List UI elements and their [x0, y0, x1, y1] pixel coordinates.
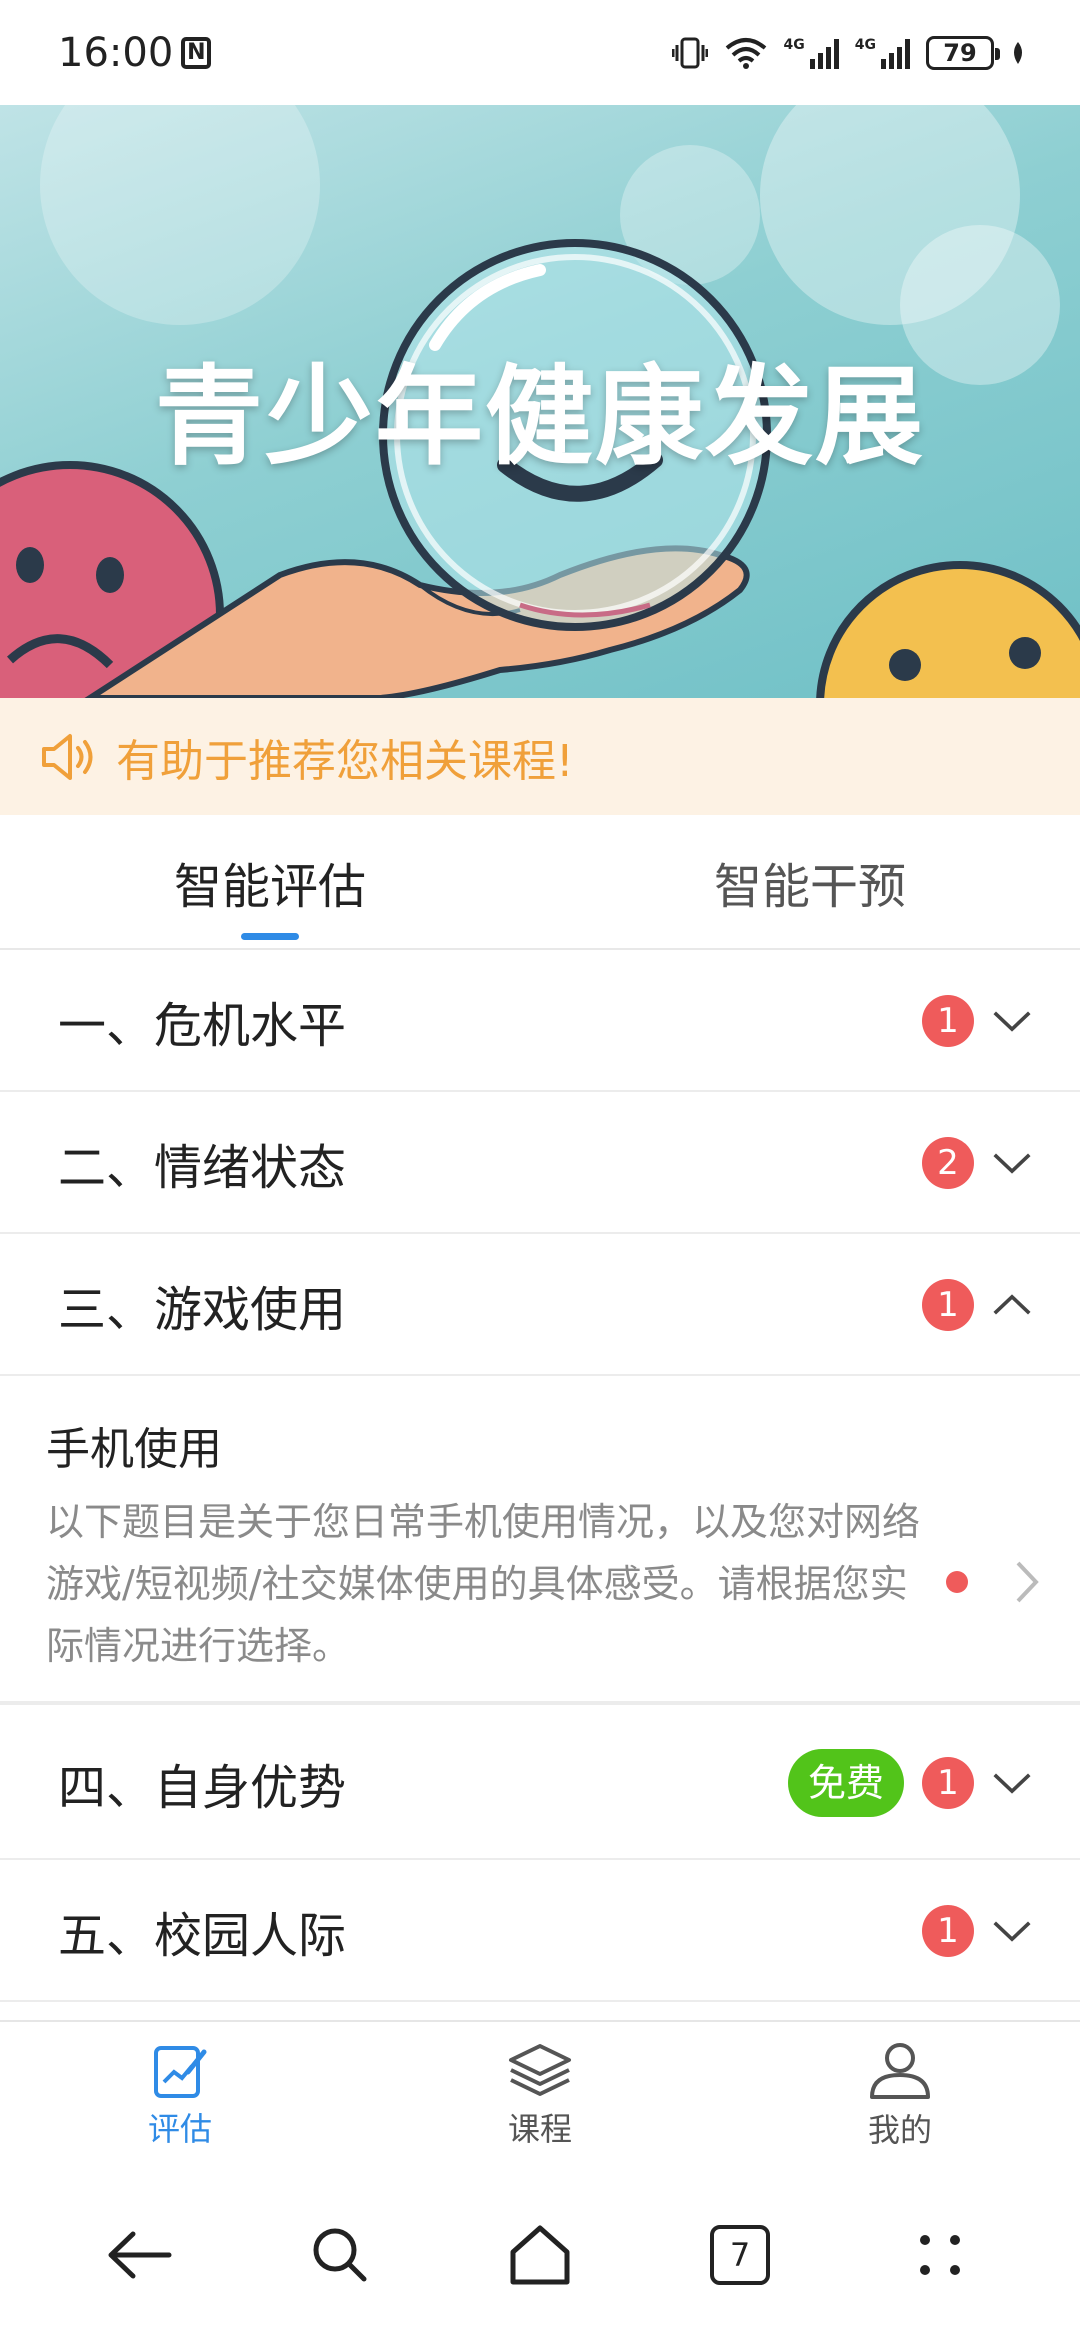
hero-banner: 青少年健康发展	[0, 105, 1080, 698]
chevron-down-icon[interactable]	[992, 1143, 1032, 1183]
section-crisis-level[interactable]: 一、危机水平 1	[0, 952, 1080, 1092]
back-button[interactable]	[95, 2210, 185, 2300]
nav-profile[interactable]: 我的	[720, 2022, 1080, 2170]
questionnaire-content: 手机使用 以下题目是关于您日常手机使用情况，以及您对网络游戏/短视频/社交媒体使…	[46, 1413, 926, 1701]
section-self-strengths[interactable]: 四、自身优势 免费 1	[0, 1708, 1080, 1860]
section-title: 四、自身优势	[58, 1760, 347, 1816]
system-nav-bar: 7	[0, 2170, 1080, 2340]
chevron-down-icon[interactable]	[992, 1001, 1032, 1041]
chevron-up-icon[interactable]	[992, 1285, 1032, 1325]
section-title: 五、校园人际	[58, 1908, 347, 1964]
network-type-2: 4G	[854, 36, 876, 53]
tab-bar: 智能评估 智能干预	[0, 815, 1080, 950]
questionnaire-description: 以下题目是关于您日常手机使用情况，以及您对网络游戏/短视频/社交媒体使用的具体感…	[46, 1500, 921, 1668]
clock: 16:00	[58, 29, 174, 76]
signal-icon: 4G	[784, 37, 839, 69]
edit-chart-icon	[154, 2046, 207, 2098]
bottom-nav: 评估 课程 我的	[0, 2020, 1080, 2170]
layers-icon	[509, 2044, 571, 2096]
count-badge: 2	[922, 1137, 974, 1189]
home-button[interactable]	[495, 2210, 585, 2300]
notice-text: 有助于推荐您相关课程!	[116, 735, 574, 787]
section-emotional-state[interactable]: 二、情绪状态 2	[0, 1094, 1080, 1234]
questionnaire-title: 手机使用	[46, 1424, 222, 1475]
search-icon	[313, 2228, 367, 2282]
dots-grid-icon	[920, 2235, 960, 2275]
nfc-icon: N	[181, 36, 212, 69]
nav-label: 课程	[507, 2110, 572, 2148]
count-badge: 1	[922, 995, 974, 1047]
tab-smart-assessment[interactable]: 智能评估	[0, 815, 540, 948]
status-bar: 16:00 N 4G 4G 79	[0, 0, 1080, 105]
nav-label: 评估	[147, 2110, 212, 2148]
chevron-down-icon[interactable]	[992, 1763, 1032, 1803]
section-title: 三、游戏使用	[58, 1282, 347, 1338]
status-icons: 4G 4G 79	[671, 35, 1026, 70]
network-type-1: 4G	[783, 36, 805, 53]
unread-dot	[946, 1571, 968, 1593]
happy-face-icon	[816, 561, 1080, 698]
section-game-usage[interactable]: 三、游戏使用 1	[0, 1236, 1080, 1376]
tab-count: 7	[710, 2225, 770, 2285]
count-badge: 1	[922, 1757, 974, 1809]
nav-courses[interactable]: 课程	[360, 2022, 720, 2170]
questionnaire-item-phone-usage[interactable]: 手机使用 以下题目是关于您日常手机使用情况，以及您对网络游戏/短视频/社交媒体使…	[0, 1377, 1080, 1705]
status-time-group: 16:00 N	[58, 29, 212, 76]
back-arrow-icon	[108, 2231, 172, 2279]
section-title: 一、危机水平	[58, 998, 347, 1054]
tab-label: 智能评估	[173, 858, 366, 915]
search-button[interactable]	[295, 2210, 385, 2300]
wifi-icon	[725, 37, 766, 69]
section-title: 二、情绪状态	[58, 1140, 347, 1196]
speaker-icon	[42, 733, 93, 780]
tab-smart-intervention[interactable]: 智能干预	[540, 815, 1080, 948]
nav-label: 我的	[867, 2111, 932, 2149]
count-badge: 1	[922, 1905, 974, 1957]
tab-label: 智能干预	[713, 858, 906, 915]
chevron-right-icon[interactable]	[1014, 1560, 1040, 1604]
notice-bar[interactable]: 有助于推荐您相关课程!	[0, 698, 1080, 815]
menu-button[interactable]	[895, 2210, 985, 2300]
free-tag: 免费	[787, 1749, 904, 1817]
leaf-icon	[1014, 41, 1022, 64]
tabs-button[interactable]: 7	[695, 2210, 785, 2300]
user-icon	[870, 2043, 930, 2099]
home-icon	[510, 2225, 570, 2285]
questionnaire-side	[926, 1413, 1040, 1701]
battery-icon: 79	[926, 35, 1000, 70]
vibrate-icon	[671, 37, 708, 68]
nav-assessment[interactable]: 评估	[0, 2022, 360, 2170]
tab-indicator	[241, 933, 299, 940]
section-campus-relations[interactable]: 五、校园人际 1	[0, 1862, 1080, 2002]
banner-title: 青少年健康发展	[154, 355, 925, 480]
count-badge: 1	[922, 1279, 974, 1331]
signal-icon: 4G	[855, 37, 910, 69]
chevron-down-icon[interactable]	[992, 1911, 1032, 1951]
